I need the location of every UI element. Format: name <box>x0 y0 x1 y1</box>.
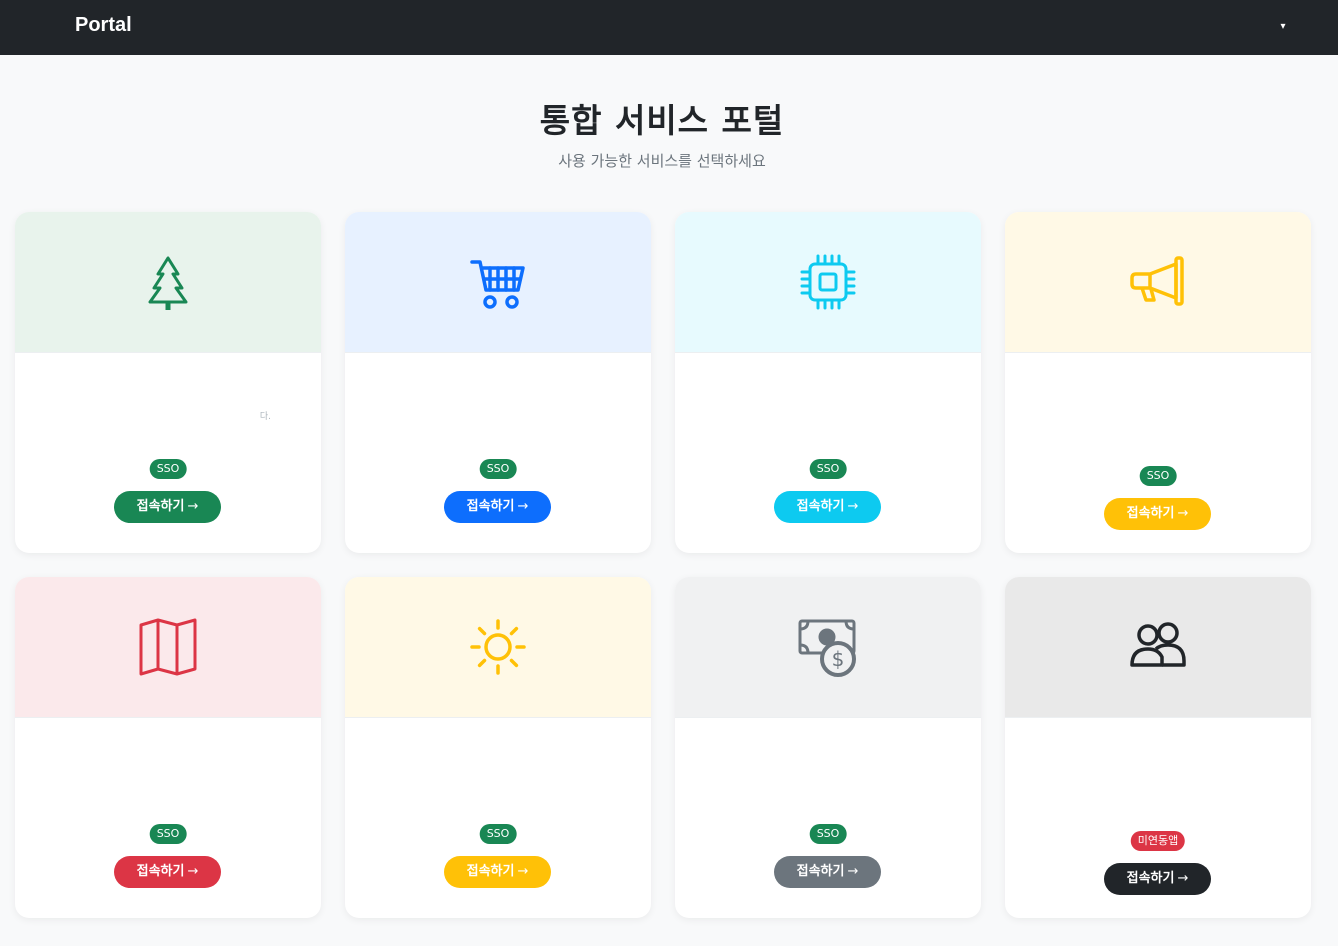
sso-badge: SSO <box>479 459 517 479</box>
navbar: Portal ▾ <box>0 0 1338 55</box>
card-icon-area <box>345 577 651 718</box>
service-card: SSO 접속하기 → <box>675 212 981 553</box>
unlinked-app-badge: 미연동앱 <box>1130 831 1186 851</box>
card-icon-area <box>345 212 651 353</box>
card-description <box>1055 410 1261 424</box>
card-icon-area <box>1005 212 1311 353</box>
service-card: $ SSO 접속하기 → <box>675 577 981 918</box>
connect-button-label: 접속하기 <box>1126 506 1175 521</box>
card-description <box>65 775 271 789</box>
user-dropdown-toggle[interactable]: ▾ <box>1277 21 1289 33</box>
arrow-right-icon: → <box>187 864 199 879</box>
connect-button[interactable]: 접속하기 → <box>114 856 221 888</box>
page-subtitle: 사용 가능한 서비스를 선택하세요 <box>558 152 766 170</box>
connect-button-label: 접속하기 <box>796 864 845 879</box>
service-card: SSO 접속하기 → <box>15 577 321 918</box>
service-card: SSO 접속하기 → <box>345 212 651 553</box>
sso-badge: SSO <box>1139 466 1177 486</box>
card-icon-area <box>15 577 321 718</box>
arrow-right-icon: → <box>517 499 529 514</box>
card-description <box>395 410 601 424</box>
tree-icon <box>148 256 188 310</box>
cash-coin-icon: $ <box>798 619 856 677</box>
sso-badge: SSO <box>809 459 847 479</box>
card-description <box>395 775 601 789</box>
card-description: 다. <box>259 412 271 422</box>
connect-button[interactable]: 접속하기 → <box>774 856 881 888</box>
card-description <box>725 775 931 789</box>
connect-button-label: 접속하기 <box>136 499 185 514</box>
card-icon-area <box>1005 577 1311 718</box>
connect-button[interactable]: 접속하기 → <box>444 856 551 888</box>
connect-button[interactable]: 접속하기 → <box>1104 498 1211 530</box>
connect-button-label: 접속하기 <box>796 499 845 514</box>
service-card: SSO 접속하기 → <box>1005 212 1311 553</box>
card-description <box>725 410 931 424</box>
cpu-icon <box>800 254 856 310</box>
service-card: 미연동앱 접속하기 → <box>1005 577 1311 918</box>
card-description <box>1055 775 1261 789</box>
cart-icon <box>470 260 525 309</box>
arrow-right-icon: → <box>847 864 859 879</box>
svg-text:$: $ <box>832 647 845 671</box>
people-icon <box>1130 622 1186 667</box>
megaphone-icon <box>1130 256 1184 306</box>
connect-button-label: 접속하기 <box>466 499 515 514</box>
brand-logo[interactable]: Portal <box>75 13 132 37</box>
page-title: 통합 서비스 포털 <box>539 101 785 140</box>
connect-button-label: 접속하기 <box>466 864 515 879</box>
sso-badge: SSO <box>479 824 517 844</box>
map-icon <box>139 618 197 676</box>
sso-badge: SSO <box>149 824 187 844</box>
sso-badge: SSO <box>149 459 187 479</box>
card-icon-area: $ <box>675 577 981 718</box>
connect-button-label: 접속하기 <box>1126 871 1175 886</box>
card-icon-area <box>675 212 981 353</box>
arrow-right-icon: → <box>517 864 529 879</box>
service-card: SSO 접속하기 → <box>345 577 651 918</box>
card-icon-area <box>15 212 321 353</box>
arrow-right-icon: → <box>847 499 859 514</box>
connect-button[interactable]: 접속하기 → <box>1104 863 1211 895</box>
connect-button[interactable]: 접속하기 → <box>774 491 881 523</box>
arrow-right-icon: → <box>1177 506 1189 521</box>
arrow-right-icon: → <box>1177 871 1189 886</box>
arrow-right-icon: → <box>187 499 199 514</box>
sso-badge: SSO <box>809 824 847 844</box>
connect-button-label: 접속하기 <box>136 864 185 879</box>
sun-icon <box>470 619 526 675</box>
service-card: 다. SSO 접속하기 → <box>15 212 321 553</box>
connect-button[interactable]: 접속하기 → <box>114 491 221 523</box>
connect-button[interactable]: 접속하기 → <box>444 491 551 523</box>
